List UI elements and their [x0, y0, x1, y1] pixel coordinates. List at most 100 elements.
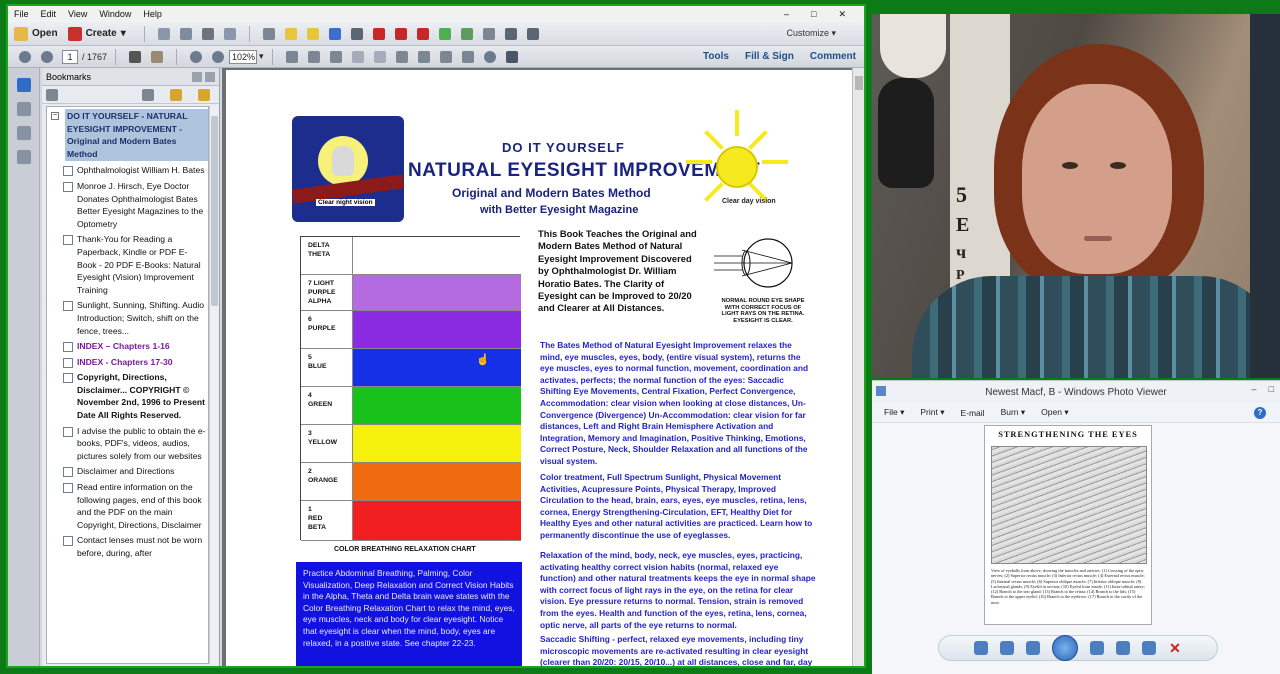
- stamp-icon[interactable]: [526, 27, 539, 40]
- next-icon[interactable]: [1090, 641, 1104, 655]
- new-bookmark-icon[interactable]: [170, 88, 182, 101]
- paste-icon[interactable]: [439, 50, 452, 63]
- bookmark-item[interactable]: Monroe J. Hirsch, Eye Doctor Donates Oph…: [51, 180, 208, 230]
- check-icon[interactable]: [438, 27, 451, 40]
- pdf-page[interactable]: Clear night vision DO IT YOURSELF NATURA…: [226, 70, 852, 666]
- sticky-note-icon[interactable]: [306, 27, 319, 40]
- scroll-thumb[interactable]: [855, 76, 863, 90]
- create-button[interactable]: Create ▾: [67, 26, 126, 41]
- bookmark-item[interactable]: INDEX – Chapters 1-16: [51, 340, 208, 353]
- bookmark-item[interactable]: Copyright, Directions, Disclaimer... COP…: [51, 371, 208, 421]
- expand-bookmark-icon[interactable]: [198, 88, 210, 101]
- zoom-dropdown-icon[interactable]: ▾: [259, 51, 264, 62]
- page-number-input[interactable]: 1: [62, 49, 78, 64]
- menu-edit[interactable]: Edit: [41, 9, 57, 19]
- bookmark-item[interactable]: Contact lenses must not be worn before, …: [51, 534, 208, 559]
- attach-icon[interactable]: [482, 27, 495, 40]
- comment-icon[interactable]: [284, 27, 297, 40]
- paragraph-saccadic: Saccadic Shifting - perfect, relaxed eye…: [540, 634, 813, 666]
- bookmarks-scrollbar[interactable]: [209, 106, 218, 664]
- print-icon[interactable]: [201, 27, 214, 40]
- help-icon[interactable]: ?: [1254, 406, 1266, 419]
- zoom-in-icon[interactable]: [212, 50, 225, 63]
- close-icon[interactable]: ✕: [838, 9, 846, 20]
- pv-menu-print[interactable]: Print ▾: [920, 407, 944, 418]
- maximize-icon[interactable]: □: [1269, 384, 1274, 394]
- rotate-icon[interactable]: [329, 50, 342, 63]
- search-icon[interactable]: [483, 50, 496, 63]
- zoom-out-icon[interactable]: [190, 50, 203, 63]
- collapse-toggle-icon[interactable]: −: [51, 112, 59, 120]
- close-panel-icon[interactable]: [205, 71, 215, 82]
- cut-icon[interactable]: [395, 50, 408, 63]
- binoculars-icon[interactable]: [505, 50, 518, 63]
- bookmark-item[interactable]: Thank-You for Reading a Paperback, Kindl…: [51, 233, 208, 296]
- fit-width-icon[interactable]: [307, 50, 320, 63]
- comment-link[interactable]: Comment: [810, 51, 856, 62]
- highlight-icon[interactable]: [328, 27, 341, 40]
- maximize-icon[interactable]: □: [811, 9, 816, 20]
- settings-icon[interactable]: [262, 27, 275, 40]
- pv-menu-burn[interactable]: Burn ▾: [1001, 407, 1026, 418]
- options-icon[interactable]: [46, 88, 58, 101]
- rotate-left-icon[interactable]: [1116, 641, 1130, 655]
- delete-icon[interactable]: ✕: [1168, 641, 1182, 655]
- bookmark-item[interactable]: − DO IT YOURSELF - NATURAL EYESIGHT IMPRO…: [51, 109, 208, 162]
- fill-sign-link[interactable]: Fill & Sign: [745, 51, 794, 62]
- image-icon[interactable]: [460, 27, 473, 40]
- save-icon[interactable]: [157, 27, 170, 40]
- menu-window[interactable]: Window: [99, 9, 131, 19]
- bookmark-item[interactable]: Disclaimer and Directions: [51, 465, 208, 478]
- slideshow-button[interactable]: [1052, 635, 1078, 661]
- pv-menu-email[interactable]: E-mail: [960, 408, 984, 418]
- bookmark-item[interactable]: INDEX - Chapters 17-30: [51, 356, 208, 369]
- copy-icon[interactable]: [417, 50, 430, 63]
- chart-band-color: [353, 275, 521, 310]
- minimize-icon[interactable]: –: [1252, 384, 1257, 394]
- bookmark-item[interactable]: Sunlight, Sunning, Shifting. Audio Intro…: [51, 299, 208, 337]
- menu-view[interactable]: View: [68, 9, 87, 19]
- previous-icon[interactable]: [1026, 641, 1040, 655]
- bookmark-icon[interactable]: [16, 78, 31, 92]
- zoom-icon[interactable]: [974, 641, 988, 655]
- undo-icon[interactable]: [351, 50, 364, 63]
- pv-menu-open[interactable]: Open ▾: [1041, 407, 1068, 418]
- signature-icon[interactable]: [16, 150, 31, 164]
- tools-link[interactable]: Tools: [703, 51, 729, 62]
- bookmark-item[interactable]: Ophthalmologist William H. Bates: [51, 164, 208, 177]
- customize-dropdown[interactable]: Customize ▾: [786, 28, 836, 39]
- paperclip-icon[interactable]: [16, 102, 31, 116]
- zoom-level-input[interactable]: 102%: [229, 49, 258, 64]
- upload-icon[interactable]: [179, 27, 192, 40]
- layers-icon[interactable]: [16, 126, 31, 140]
- line-icon[interactable]: [416, 27, 429, 40]
- rotate-right-icon[interactable]: [1142, 641, 1156, 655]
- document-scrollbar[interactable]: [852, 68, 864, 666]
- pv-menu-file[interactable]: File ▾: [884, 407, 904, 418]
- collapse-panel-icon[interactable]: [192, 71, 202, 82]
- menu-help[interactable]: Help: [143, 9, 162, 19]
- bookmark-page-icon: [63, 536, 73, 547]
- email-icon[interactable]: [223, 27, 236, 40]
- minimize-icon[interactable]: –: [784, 9, 789, 20]
- text-tool-icon[interactable]: [504, 27, 517, 40]
- redo-icon[interactable]: [373, 50, 386, 63]
- menu-file[interactable]: File: [14, 9, 29, 19]
- bookmark-item[interactable]: Read entire information on the following…: [51, 481, 208, 531]
- chart-band-label-line: 6: [308, 316, 312, 323]
- snapshot-icon[interactable]: [461, 50, 474, 63]
- pencil-icon[interactable]: [372, 27, 385, 40]
- open-button[interactable]: Open: [14, 26, 58, 41]
- photo-viewer-controls: ✕: [938, 635, 1218, 661]
- text-box-icon[interactable]: [350, 27, 363, 40]
- select-tool-icon[interactable]: [129, 50, 142, 63]
- scroll-thumb[interactable]: [211, 116, 218, 306]
- actual-size-icon[interactable]: [1000, 641, 1014, 655]
- fit-page-icon[interactable]: [285, 50, 298, 63]
- prev-page-icon[interactable]: [19, 50, 31, 63]
- trash-icon[interactable]: [142, 88, 154, 101]
- next-page-icon[interactable]: [41, 50, 53, 63]
- bookmark-item[interactable]: I advise the public to obtain the e-book…: [51, 425, 208, 463]
- arrow-icon[interactable]: [394, 27, 407, 40]
- hand-tool-icon[interactable]: [151, 50, 164, 63]
